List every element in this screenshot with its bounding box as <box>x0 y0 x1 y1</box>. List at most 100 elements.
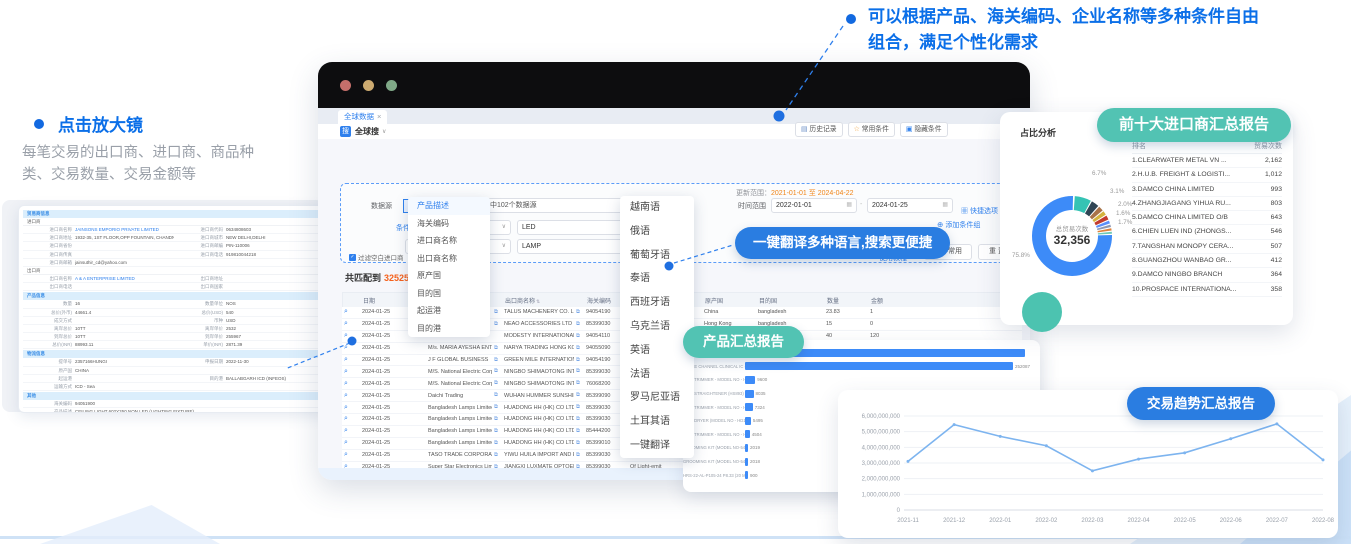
language-option-10[interactable]: 土耳其语 <box>620 410 694 434</box>
field-option-7[interactable]: 起运港 <box>408 302 490 320</box>
detail-section-title: 其他 <box>23 392 325 400</box>
magnifier-icon[interactable]: ⌕ <box>342 427 360 435</box>
copy-icon[interactable]: ⧉ <box>574 428 584 435</box>
copy-icon[interactable]: ⧉ <box>492 428 502 435</box>
copy-icon[interactable]: ⧉ <box>492 380 502 387</box>
language-option-1[interactable]: 越南语 <box>620 196 694 220</box>
product-report-badge: 产品汇总报告 <box>683 326 804 358</box>
magnifier-icon[interactable]: ⌕ <box>342 320 360 328</box>
copy-icon[interactable]: ⧉ <box>492 440 502 447</box>
magnifier-icon[interactable]: ⌕ <box>342 368 360 376</box>
chevron-down-icon[interactable]: ∨ <box>382 128 386 135</box>
detail-field-label: 提单号 <box>23 358 75 365</box>
language-option-9[interactable]: 罗马尼亚语 <box>620 386 694 410</box>
language-option-3[interactable]: 葡萄牙语 <box>620 244 694 268</box>
copy-icon[interactable]: ⧉ <box>574 380 584 387</box>
tab-global-data[interactable]: 全球数据× <box>338 110 387 124</box>
field-option-3[interactable]: 进口商名称 <box>408 232 490 250</box>
sort-icon[interactable]: ⇅ <box>536 299 540 305</box>
table-cell: 0 <box>868 321 912 327</box>
detail-field-value: 94051900 <box>75 400 325 407</box>
filter-blank-importer-checkbox[interactable]: ✓过滤空白进口商 <box>349 252 404 262</box>
table-header-cell[interactable]: 金额 <box>869 296 913 305</box>
table-header-cell[interactable]: 数量 <box>825 296 869 305</box>
copy-icon[interactable]: ⧉ <box>574 321 584 328</box>
copy-icon[interactable]: ⧉ <box>492 368 502 375</box>
table-cell: 15 <box>824 321 868 327</box>
magnifier-icon[interactable]: ⌕ <box>342 451 360 459</box>
x-tick-label: 2022-04 <box>1128 518 1151 524</box>
ranking-name: 4.ZHANGJIAGANG YIHUA RU... <box>1132 197 1231 210</box>
copy-icon[interactable]: ⧉ <box>574 333 584 340</box>
language-option-4[interactable]: 泰语 <box>620 267 694 291</box>
copy-icon[interactable]: ⧉ <box>492 309 502 316</box>
detail-row: 进口商省份进口商邮编PIN-110006 <box>23 242 325 250</box>
table-cell: GREEN MILE INTERNATIONAL <box>502 357 574 363</box>
detail-field-value: jainsuthir_cd@yahoo.com <box>75 259 325 266</box>
language-option-8[interactable]: 法语 <box>620 363 694 387</box>
field-option-6[interactable]: 目的国 <box>408 285 490 303</box>
language-option-5[interactable]: 西班牙语 <box>620 291 694 315</box>
language-option-11[interactable]: 一键翻译 <box>620 434 694 458</box>
hide-conditions-button[interactable]: ▣隐藏条件 <box>900 122 948 137</box>
detail-field-value: CEILING LIGHT 602Y350 NON LED (LIGHTING … <box>75 408 325 413</box>
magnifier-icon[interactable]: ⌕ <box>342 308 360 316</box>
magnifier-icon[interactable]: ⌕ <box>342 439 360 447</box>
ranking-name: 6.CHIEN LUEN IND (ZHONGS... <box>1132 225 1231 238</box>
x-tick-label: 2022-08 <box>1312 518 1335 524</box>
magnifier-icon[interactable]: ⌕ <box>342 380 360 388</box>
history-button[interactable]: ▤历史记录 <box>795 122 843 137</box>
date-to-input[interactable]: 2024-01-25▦ <box>867 198 953 213</box>
field-option-2[interactable]: 海关编码 <box>408 215 490 233</box>
y-tick-label: 0 <box>897 508 901 514</box>
copy-icon[interactable]: ⧉ <box>492 392 502 399</box>
magnifier-icon[interactable]: ⌕ <box>342 404 360 412</box>
copy-icon[interactable]: ⧉ <box>574 404 584 411</box>
app-selector[interactable]: 全球搜 <box>355 126 379 137</box>
date-from-input[interactable]: 2022-01-01▦ <box>771 198 857 213</box>
tab-close-icon[interactable]: × <box>377 112 381 121</box>
detail-field-value: NEW DELHI,DELHI <box>226 234 325 241</box>
field-option-5[interactable]: 原产国 <box>408 267 490 285</box>
copy-icon[interactable]: ⧉ <box>574 440 584 447</box>
field-option-8[interactable]: 目的港 <box>408 320 490 338</box>
table-header-cell[interactable]: 目的国 <box>757 296 825 305</box>
table-header-cell[interactable]: 原产国 <box>703 296 757 305</box>
copy-icon[interactable]: ⧉ <box>574 309 584 316</box>
copy-icon[interactable]: ⧉ <box>574 392 584 399</box>
language-option-2[interactable]: 俄语 <box>620 220 694 244</box>
language-option-6[interactable]: 乌克兰语 <box>620 315 694 339</box>
copy-icon[interactable]: ⧉ <box>492 416 502 423</box>
detail-row: 产品描述CEILING LIGHT 602Y350 NON LED (LIGHT… <box>23 408 325 413</box>
magnifier-icon[interactable]: ⌕ <box>342 392 360 400</box>
detail-field-label: 出口商名称 <box>23 275 75 282</box>
table-cell: YIWU HUILA IMPORT AND EXP <box>502 452 574 458</box>
copy-icon[interactable]: ⧉ <box>492 452 502 459</box>
copy-icon[interactable]: ⧉ <box>492 321 502 328</box>
maximize-window-dot[interactable] <box>386 80 397 91</box>
magnifier-icon[interactable]: ⌕ <box>342 344 360 352</box>
close-window-dot[interactable] <box>340 80 351 91</box>
magnifier-icon[interactable]: ⌕ <box>342 415 360 423</box>
copy-icon[interactable]: ⧉ <box>574 368 584 375</box>
detail-field-value[interactable]: JAINSONS EMPORIO PRIVATE LIMITED <box>75 226 174 233</box>
detail-field-label: 离岸单价 <box>174 325 226 332</box>
top-annotation-text: 可以根据产品、海关编码、企业名称等多种条件自由 组合，满足个性化需求 <box>868 4 1348 57</box>
field-option-1[interactable]: 产品描述 <box>408 197 490 215</box>
favorites-button[interactable]: ☆常用条件 <box>848 122 895 137</box>
table-cell: TASO TRADE CORPORATIO <box>426 452 492 458</box>
copy-icon[interactable]: ⧉ <box>574 452 584 459</box>
copy-icon[interactable]: ⧉ <box>574 416 584 423</box>
copy-icon[interactable]: ⧉ <box>492 357 502 364</box>
minimize-window-dot[interactable] <box>363 80 374 91</box>
table-header-cell[interactable]: 出口商名称⇅ <box>503 296 575 305</box>
copy-icon[interactable]: ⧉ <box>492 345 502 352</box>
detail-field-value[interactable]: A & A ENTERPRISE LIMITED <box>75 275 174 282</box>
field-option-4[interactable]: 出口商名称 <box>408 250 490 268</box>
magnifier-icon[interactable]: ⌕ <box>342 356 360 364</box>
copy-icon[interactable]: ⧉ <box>574 357 584 364</box>
detail-row: 进口商地址1932-35, 1ST FLOOR,OPP FOUNTAIN, CH… <box>23 234 325 242</box>
magnifier-icon[interactable]: ⌕ <box>342 332 360 340</box>
copy-icon[interactable]: ⧉ <box>574 345 584 352</box>
copy-icon[interactable]: ⧉ <box>492 404 502 411</box>
